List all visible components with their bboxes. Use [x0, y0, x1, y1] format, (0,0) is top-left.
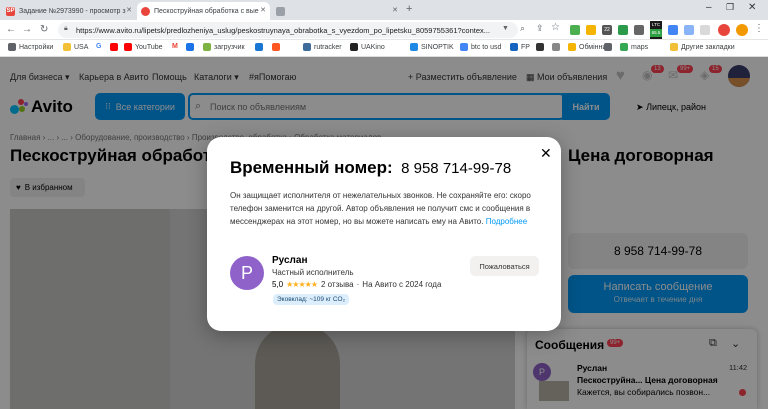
bookmark-other[interactable]: Другие закладки	[670, 43, 735, 51]
bookmark-item[interactable]	[255, 43, 266, 51]
eco-badge: Эковклад: ~109 кг CO₂	[273, 294, 350, 305]
seller-rating: 5,0	[272, 280, 284, 289]
gear-icon	[8, 43, 16, 51]
address-bar: ← → ↻ 🔒︎ https://www.avito.ru/lipetsk/pr…	[0, 20, 768, 40]
modal-phone: 8 958 714-99-78	[401, 160, 512, 177]
complain-button[interactable]: Пожаловаться	[470, 256, 539, 276]
bookmark-rutracker[interactable]: rutracker	[303, 43, 342, 51]
bookmark-downloader[interactable]: загрузчик	[203, 43, 245, 51]
modal-description: Он защищает исполнителя от нежелательных…	[230, 191, 531, 226]
bookmarks-bar: Настройки USA G YouTube M загрузчик rutr…	[0, 40, 768, 57]
seller-avatar[interactable]: Р	[230, 256, 264, 290]
bookmark-item[interactable]	[186, 43, 197, 51]
bookmark-item[interactable]	[536, 43, 547, 51]
search-icon[interactable]: ⌕	[520, 23, 525, 34]
reload-icon[interactable]: ↻	[40, 23, 48, 37]
bookmark-usa[interactable]: USA	[63, 43, 88, 51]
temporary-number-modal: ✕ Временный номер: 8 958 714-99-78 Он за…	[207, 137, 561, 331]
url-text: https://www.avito.ru/lipetsk/predlozheni…	[76, 25, 491, 35]
extension-icon[interactable]	[700, 25, 710, 35]
bookmark-sinoptik[interactable]: SINOPTIK	[410, 43, 454, 51]
bookmark-settings[interactable]: Настройки	[8, 43, 53, 51]
bookmark-maps[interactable]: maps	[620, 43, 648, 51]
seller-since: На Авито с 2024 года	[362, 280, 442, 289]
extension-icon[interactable]	[668, 25, 678, 35]
extension-icon[interactable]	[586, 25, 596, 35]
extension-icon[interactable]	[570, 25, 580, 35]
tab-label: Пескоструйная обработка с вые	[154, 7, 259, 15]
bookmark-star-icon[interactable]: ☆	[551, 22, 560, 33]
extension-badge-icon[interactable]: 22	[602, 25, 612, 35]
puzzle-icon[interactable]	[684, 25, 694, 35]
bookmark-fp[interactable]: FP	[510, 43, 530, 51]
minimize-icon[interactable]: –	[706, 2, 712, 13]
bookmark-item[interactable]	[552, 43, 563, 51]
menu-kebab-icon[interactable]: ⋮	[754, 23, 764, 34]
bookmark-btc[interactable]: btc to usd	[460, 43, 501, 51]
extension-icon[interactable]	[634, 25, 644, 35]
close-tab-icon[interactable]: ✕	[392, 6, 398, 14]
forward-icon[interactable]: →	[22, 23, 32, 37]
url-input[interactable]: 🔒︎ https://www.avito.ru/lipetsk/predlozh…	[58, 22, 518, 38]
map-pin-icon	[620, 43, 628, 51]
seller-type: Частный исполнитель	[272, 268, 354, 277]
seller-reviews[interactable]: 2 отзыва	[321, 280, 354, 289]
seller-name[interactable]: Руслан	[272, 255, 308, 266]
browser-tab-3[interactable]: ✕	[272, 2, 402, 20]
ltc-price-extension[interactable]: LTC 65.5	[650, 21, 662, 39]
dropdown-icon[interactable]: ▼	[502, 25, 509, 32]
rating-stars-icon: ★★★★★	[286, 280, 318, 289]
bookmark-uakino[interactable]: UAKino	[350, 43, 385, 51]
window-close-icon[interactable]: ✕	[748, 2, 756, 13]
more-link[interactable]: Подробнее	[486, 217, 528, 226]
browser-tab-1[interactable]: SP Задание №2973990 - просмотр з ✕	[2, 2, 136, 20]
tab-favicon-icon	[141, 6, 150, 16]
seller-rating-row: 5,0 ★★★★★ 2 отзыва · На Авито с 2024 год…	[272, 280, 442, 289]
folder-icon	[63, 43, 71, 51]
browser-tab-2[interactable]: Пескоструйная обработка с вые ✕	[137, 2, 270, 20]
bookmark-gmail[interactable]: M	[172, 43, 178, 50]
bookmark-google[interactable]: G	[96, 43, 101, 50]
extension-icon[interactable]	[618, 25, 628, 35]
bookmark-youtube[interactable]: YouTube	[124, 43, 163, 51]
new-tab-icon[interactable]: +	[406, 3, 412, 15]
lock-icon: 🔒︎	[64, 25, 68, 32]
tab-favicon-icon: SP	[6, 6, 15, 16]
maximize-icon[interactable]: ❐	[726, 2, 734, 13]
tab-label: Задание №2973990 - просмотр з	[19, 7, 126, 15]
close-tab-icon[interactable]: ✕	[260, 6, 266, 14]
youtube-icon	[124, 43, 132, 51]
close-tab-icon[interactable]: ✕	[126, 6, 132, 14]
folder-icon	[670, 43, 678, 51]
back-icon[interactable]: ←	[6, 23, 16, 37]
bookmark-item[interactable]	[272, 43, 283, 51]
share-icon[interactable]: ⇪	[536, 23, 544, 34]
profile-avatar[interactable]	[736, 24, 748, 36]
tab-favicon-icon	[276, 6, 285, 16]
close-icon[interactable]: ✕	[540, 145, 552, 162]
bookmark-item[interactable]	[110, 43, 121, 51]
modal-title: Временный номер: 8 958 714-99-78	[230, 158, 512, 177]
bookmark-item[interactable]	[604, 43, 615, 51]
profile-avatar[interactable]	[718, 24, 730, 36]
browser-tab-bar: SP Задание №2973990 - просмотр з ✕ Песко…	[0, 0, 768, 20]
